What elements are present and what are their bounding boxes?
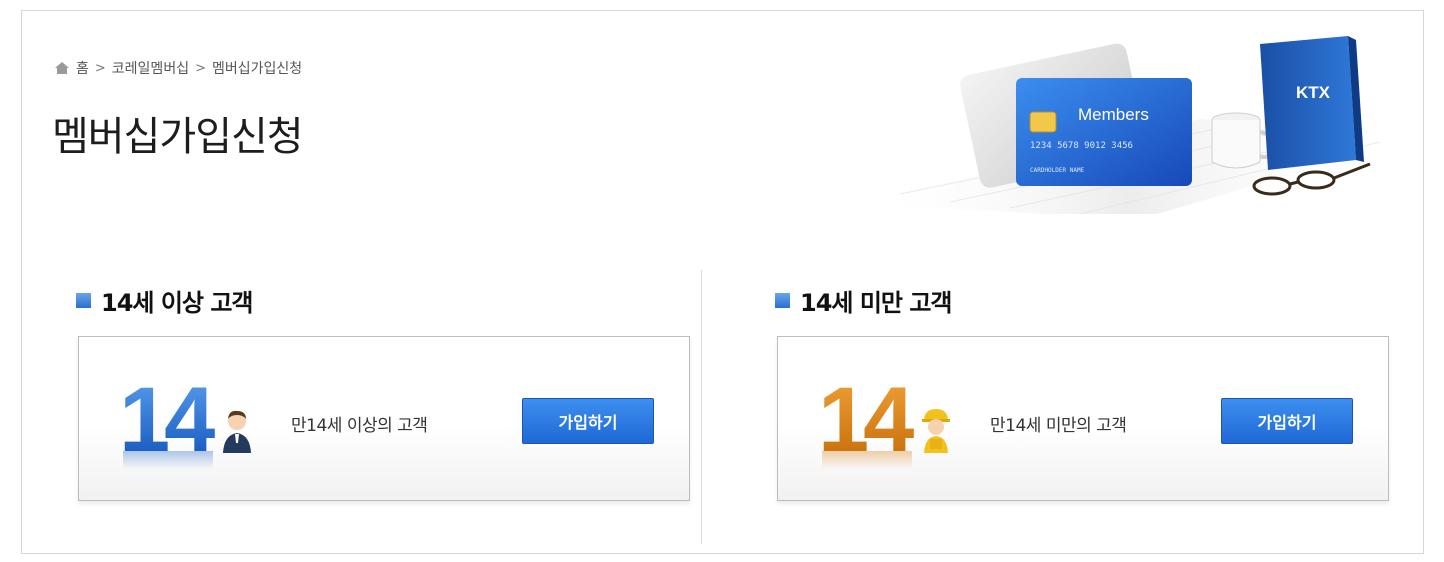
breadcrumb: 홈 > 코레일멤버십 > 멤버십가입신청: [54, 58, 302, 78]
bullet-square-icon: [76, 293, 91, 308]
page-title: 멤버십가입신청: [52, 114, 304, 160]
home-icon[interactable]: [54, 61, 70, 75]
membership-card-image: Members 1234 5678 9012 3456 CARDHOLDER N…: [1016, 78, 1192, 186]
section-title-text: 14세 미만 고객: [800, 289, 953, 317]
hero-illustration: Members 1234 5678 9012 3456 CARDHOLDER N…: [860, 36, 1395, 214]
section-title-under-14: 14세 미만 고객: [775, 283, 953, 318]
card-number: 1234 5678 9012 3456: [1030, 141, 1133, 151]
breadcrumb-separator: >: [195, 60, 206, 76]
adult-person-icon: [223, 410, 251, 453]
age-14-badge-icon: 14: [818, 369, 918, 471]
signup-card-over-14: 14 만14세 이상의 고객 가입하기: [78, 336, 690, 501]
join-button-under-14[interactable]: 가입하기: [1221, 398, 1353, 444]
section-divider: [701, 270, 702, 544]
child-person-icon: [922, 409, 950, 453]
card-description: 만14세 이상의 고객: [291, 416, 428, 436]
card-label: Members: [1078, 105, 1149, 124]
breadcrumb-separator: >: [94, 60, 106, 76]
signup-card-under-14: 14 만14세 미만의 고객 가입하기: [777, 336, 1389, 501]
age-14-badge-icon: 14: [119, 369, 219, 471]
card-holder: CARDHOLDER NAME: [1030, 167, 1085, 174]
ktx-book-image: KTX: [1260, 36, 1364, 170]
book-label: KTX: [1296, 83, 1331, 102]
join-button-over-14[interactable]: 가입하기: [522, 398, 654, 444]
breadcrumb-item-home[interactable]: 홈: [76, 58, 89, 78]
card-description: 만14세 미만의 고객: [990, 416, 1127, 436]
section-title-over-14: 14세 이상 고객: [76, 283, 254, 318]
breadcrumb-item-membership[interactable]: 코레일멤버십: [112, 58, 189, 78]
breadcrumb-item-current: 멤버십가입신청: [211, 61, 303, 77]
bullet-square-icon: [775, 293, 790, 308]
section-title-text: 14세 이상 고객: [101, 289, 254, 317]
